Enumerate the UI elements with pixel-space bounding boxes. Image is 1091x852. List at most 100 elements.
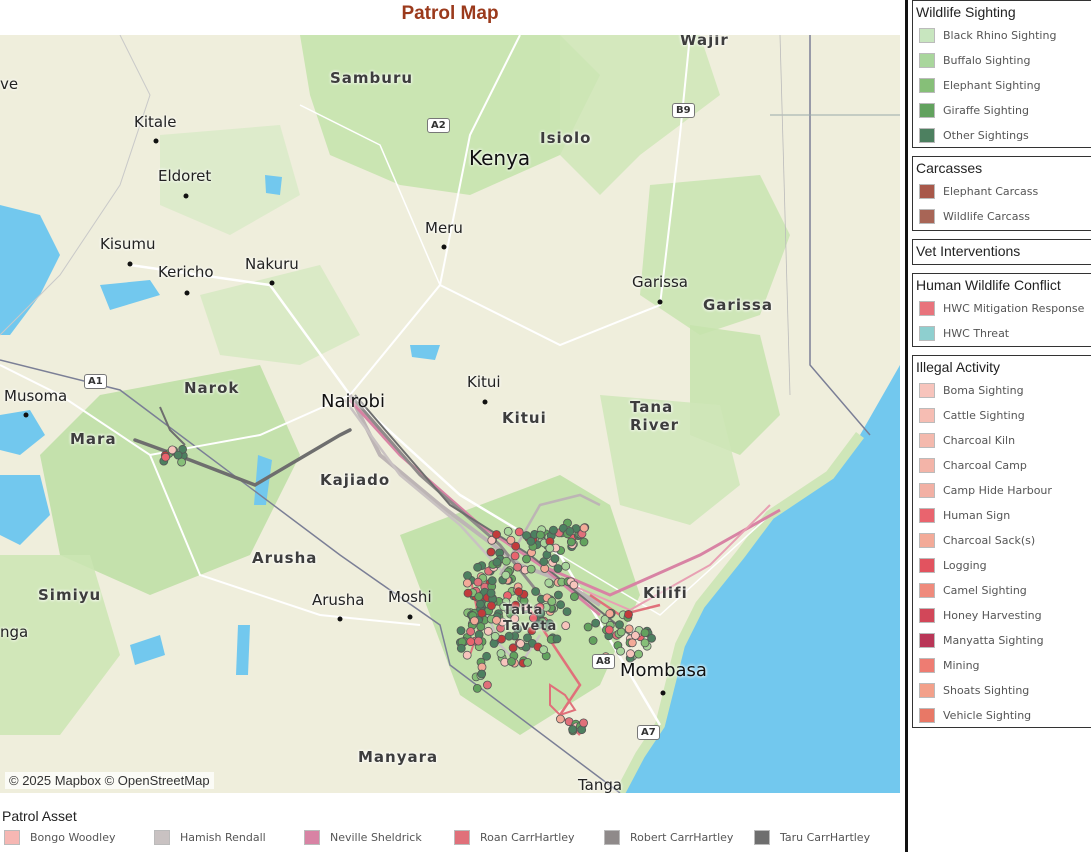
sighting-marker[interactable] (490, 631, 500, 641)
sighting-marker[interactable] (561, 621, 571, 630)
sighting-marker[interactable] (539, 645, 548, 655)
sighting-marker[interactable] (588, 636, 598, 645)
sighting-marker[interactable] (591, 618, 601, 628)
sighting-marker[interactable] (513, 562, 522, 572)
sighting-marker[interactable] (544, 578, 554, 588)
legend-wildlife-item[interactable]: Buffalo Sighting (913, 48, 1091, 73)
sighting-marker[interactable] (503, 526, 513, 536)
sighting-marker[interactable] (624, 624, 634, 634)
sighting-marker[interactable] (466, 637, 476, 647)
legend-carcass-item[interactable]: Wildlife Carcass (913, 204, 1091, 229)
sighting-marker[interactable] (507, 657, 516, 666)
sighting-marker[interactable] (531, 587, 540, 596)
sighting-marker[interactable] (470, 616, 479, 626)
legend-wildlife-item[interactable]: Black Rhino Sighting (913, 23, 1091, 48)
sighting-marker[interactable] (624, 610, 633, 619)
sighting-marker[interactable] (549, 525, 558, 535)
sighting-marker[interactable] (482, 651, 492, 661)
patrol-asset-item[interactable]: Bongo Woodley (4, 830, 115, 845)
sighting-marker[interactable] (476, 622, 486, 632)
sighting-marker[interactable] (536, 530, 545, 540)
sighting-marker[interactable] (456, 626, 466, 635)
sighting-marker[interactable] (492, 557, 502, 567)
sighting-marker[interactable] (510, 551, 520, 561)
legend-wildlife-item[interactable]: Elephant Sighting (913, 73, 1091, 98)
legend-illegal-item[interactable]: Logging (913, 553, 1091, 578)
sighting-marker[interactable] (647, 633, 656, 643)
map-attribution[interactable]: © 2025 Mapbox © OpenStreetMap (5, 772, 214, 789)
sighting-marker[interactable] (526, 564, 536, 574)
patrol-map[interactable]: Kenya Samburu Isiolo Wajir Kitale Eldore… (0, 35, 900, 793)
sighting-marker[interactable] (456, 643, 466, 653)
sighting-marker[interactable] (626, 649, 635, 659)
sighting-marker[interactable] (553, 564, 563, 573)
sighting-marker[interactable] (501, 556, 511, 566)
sighting-marker[interactable] (627, 638, 637, 648)
sighting-marker[interactable] (579, 537, 589, 547)
sighting-marker[interactable] (640, 628, 650, 638)
sighting-marker[interactable] (483, 626, 493, 636)
sighting-marker[interactable] (462, 578, 472, 588)
legend-illegal-item[interactable]: Vehicle Sighting (913, 703, 1091, 728)
sighting-marker[interactable] (514, 587, 523, 597)
patrol-asset-item[interactable]: Taru CarrHartley (754, 830, 870, 845)
sighting-marker[interactable] (486, 601, 496, 611)
sighting-marker[interactable] (526, 536, 536, 546)
sighting-marker[interactable] (473, 562, 483, 572)
legend-illegal-item[interactable]: Charcoal Sack(s) (913, 528, 1091, 553)
sighting-marker[interactable] (562, 607, 572, 616)
sighting-marker[interactable] (579, 523, 589, 533)
legend-hwc-item[interactable]: HWC Mitigation Response (913, 296, 1091, 321)
sighting-marker[interactable] (568, 725, 577, 734)
sighting-marker[interactable] (605, 609, 615, 618)
sighting-marker[interactable] (545, 543, 555, 553)
legend-illegal-item[interactable]: Human Sign (913, 503, 1091, 528)
sighting-marker[interactable] (552, 634, 562, 644)
legend-wildlife-item[interactable]: Giraffe Sighting (913, 98, 1091, 123)
sighting-marker[interactable] (463, 571, 472, 580)
sighting-marker[interactable] (569, 580, 579, 590)
sighting-marker[interactable] (554, 590, 563, 600)
sighting-marker[interactable] (496, 649, 506, 658)
sighting-marker[interactable] (501, 570, 511, 580)
legend-illegal-item[interactable]: Cattle Sighting (913, 403, 1091, 428)
sighting-marker[interactable] (474, 592, 484, 601)
sighting-marker[interactable] (173, 450, 183, 460)
sighting-marker[interactable] (583, 622, 593, 632)
sighting-marker[interactable] (462, 650, 472, 660)
sighting-marker[interactable] (516, 639, 525, 648)
sighting-marker[interactable] (492, 615, 501, 625)
sighting-marker[interactable] (556, 600, 565, 610)
sighting-marker[interactable] (616, 646, 625, 656)
legend-illegal-item[interactable]: Camp Hide Harbour (913, 478, 1091, 503)
sighting-marker[interactable] (489, 639, 499, 648)
sighting-marker[interactable] (473, 577, 483, 587)
sighting-marker[interactable] (634, 649, 643, 659)
sighting-marker[interactable] (477, 669, 487, 679)
sighting-marker[interactable] (475, 599, 485, 609)
legend-illegal-item[interactable]: Charcoal Camp (913, 453, 1091, 478)
sighting-marker[interactable] (463, 588, 473, 598)
legend-illegal-item[interactable]: Manyatta Sighting (913, 628, 1091, 653)
sighting-marker[interactable] (472, 684, 482, 693)
sighting-marker[interactable] (566, 537, 576, 547)
sighting-marker[interactable] (486, 547, 496, 557)
sighting-marker[interactable] (579, 718, 588, 728)
sighting-marker[interactable] (511, 541, 521, 551)
sighting-marker[interactable] (523, 658, 532, 667)
legend-illegal-item[interactable]: Shoats Sighting (913, 678, 1091, 703)
sighting-marker[interactable] (565, 526, 575, 536)
patrol-asset-item[interactable]: Neville Sheldrick (304, 830, 422, 845)
sighting-marker[interactable] (570, 592, 579, 601)
sighting-marker[interactable] (616, 627, 626, 637)
legend-illegal-item[interactable]: Honey Harvesting (913, 603, 1091, 628)
patrol-asset-item[interactable]: Hamish Rendall (154, 830, 266, 845)
legend-illegal-item[interactable]: Boma Sighting (913, 378, 1091, 403)
sighting-marker[interactable] (615, 620, 624, 629)
sighting-marker[interactable] (514, 527, 524, 537)
map-canvas[interactable] (0, 35, 900, 793)
legend-carcass-item[interactable]: Elephant Carcass (913, 179, 1091, 204)
patrol-asset-item[interactable]: Roan CarrHartley (454, 830, 575, 845)
legend-hwc-item[interactable]: HWC Threat (913, 321, 1091, 346)
legend-illegal-item[interactable]: Camel Sighting (913, 578, 1091, 603)
